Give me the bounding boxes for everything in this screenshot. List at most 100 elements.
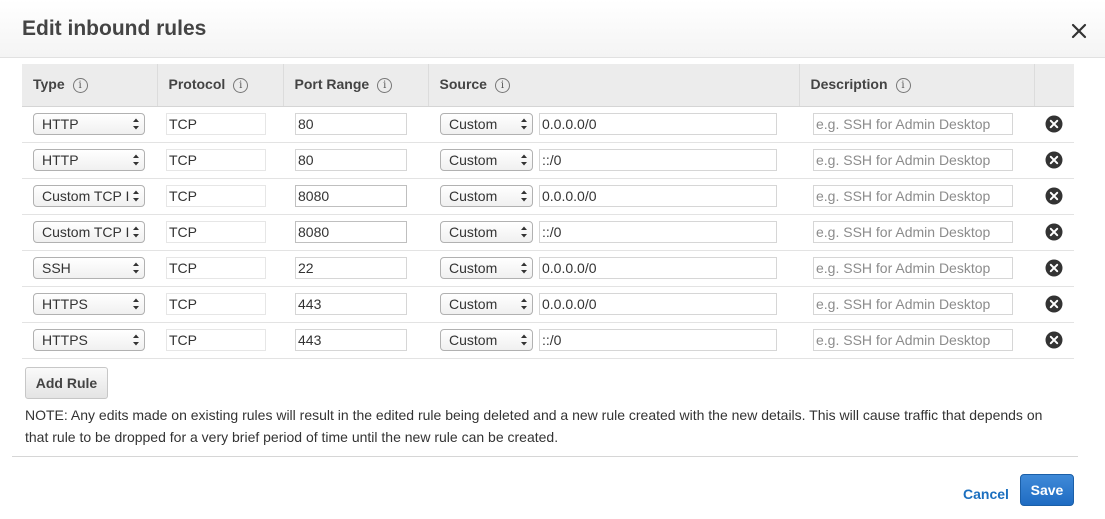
type-cell: HTTPS	[22, 322, 157, 359]
remove-rule-icon[interactable]	[1045, 115, 1063, 133]
source-cell: Custom ::/0	[428, 214, 799, 251]
add-rule-button[interactable]: Add Rule	[25, 367, 108, 399]
source-cidr-input[interactable]: ::/0	[539, 329, 777, 351]
source-cidr-input[interactable]: 0.0.0.0/0	[539, 185, 777, 207]
port-range-input[interactable]: 22	[295, 257, 407, 279]
source-select-value: Custom	[449, 116, 498, 132]
port-range-input[interactable]: 8080	[295, 185, 407, 207]
type-select[interactable]: Custom TCP I	[33, 185, 145, 207]
save-button[interactable]: Save	[1020, 474, 1074, 506]
select-arrows-icon	[521, 118, 527, 130]
info-icon[interactable]: i	[494, 78, 510, 94]
table-row: HTTPS TCP 443 Custom ::/0 e.g. SSH for A…	[22, 322, 1074, 359]
remove-rule-icon[interactable]	[1045, 331, 1063, 349]
port-cell: 80	[283, 106, 428, 143]
type-select[interactable]: SSH	[33, 257, 145, 279]
remove-cell	[1034, 286, 1074, 323]
description-input[interactable]: e.g. SSH for Admin Desktop	[813, 149, 1013, 171]
remove-rule-icon[interactable]	[1045, 187, 1063, 205]
source-cidr-input[interactable]: 0.0.0.0/0	[539, 257, 777, 279]
type-select[interactable]: HTTPS	[33, 293, 145, 315]
port-cell: 80	[283, 142, 428, 179]
type-select[interactable]: HTTPS	[33, 329, 145, 351]
protocol-field: TCP	[166, 185, 266, 207]
source-cidr-input[interactable]: ::/0	[539, 149, 777, 171]
table-row: HTTPS TCP 443 Custom 0.0.0.0/0 e.g. SSH …	[22, 286, 1074, 323]
source-cell: Custom 0.0.0.0/0	[428, 250, 799, 287]
source-select[interactable]: Custom	[440, 329, 533, 351]
info-icon[interactable]: i	[233, 78, 249, 94]
description-input[interactable]: e.g. SSH for Admin Desktop	[813, 329, 1013, 351]
cancel-button[interactable]: Cancel	[963, 486, 1009, 502]
source-select[interactable]: Custom	[440, 257, 533, 279]
source-cell: Custom 0.0.0.0/0	[428, 286, 799, 323]
type-select-value: Custom TCP I	[42, 224, 130, 240]
source-select[interactable]: Custom	[440, 293, 533, 315]
info-icon[interactable]: i	[72, 78, 88, 94]
remove-rule-icon[interactable]	[1045, 295, 1063, 313]
protocol-cell: TCP	[157, 250, 283, 287]
remove-cell	[1034, 250, 1074, 287]
table-header-row: Type i Protocol i Port Range i Source i Desc…	[22, 64, 1074, 107]
select-arrows-icon	[133, 190, 139, 202]
type-select[interactable]: HTTP	[33, 113, 145, 135]
divider	[12, 456, 1078, 457]
table-row: Custom TCP I TCP 8080 Custom ::/0 e.g. S…	[22, 214, 1074, 251]
port-range-input[interactable]: 80	[295, 113, 407, 135]
protocol-field: TCP	[166, 221, 266, 243]
description-cell: e.g. SSH for Admin Desktop	[799, 178, 1034, 215]
type-select[interactable]: HTTP	[33, 149, 145, 171]
source-select[interactable]: Custom	[440, 149, 533, 171]
header-source-label: Source	[439, 76, 487, 93]
port-range-input[interactable]: 443	[295, 293, 407, 315]
type-select[interactable]: Custom TCP I	[33, 221, 145, 243]
port-cell: 8080	[283, 214, 428, 251]
type-select-value: HTTPS	[42, 296, 88, 312]
select-arrows-icon	[133, 334, 139, 346]
source-cidr-input[interactable]: 0.0.0.0/0	[539, 113, 777, 135]
select-arrows-icon	[133, 154, 139, 166]
description-input[interactable]: e.g. SSH for Admin Desktop	[813, 185, 1013, 207]
header-description-label: Description	[810, 76, 888, 93]
description-input[interactable]: e.g. SSH for Admin Desktop	[813, 113, 1013, 135]
header-source: Source i	[427, 64, 799, 107]
source-select[interactable]: Custom	[440, 113, 533, 135]
remove-cell	[1034, 142, 1074, 179]
note-text: NOTE: Any edits made on existing rules w…	[25, 407, 1043, 445]
description-cell: e.g. SSH for Admin Desktop	[799, 142, 1034, 179]
source-cell: Custom ::/0	[428, 322, 799, 359]
description-input[interactable]: e.g. SSH for Admin Desktop	[813, 257, 1013, 279]
type-select-value: SSH	[42, 260, 71, 276]
source-select-value: Custom	[449, 260, 498, 276]
close-icon[interactable]	[1066, 18, 1092, 44]
source-select[interactable]: Custom	[440, 185, 533, 207]
source-select-value: Custom	[449, 152, 498, 168]
port-range-input[interactable]: 80	[295, 149, 407, 171]
port-range-input[interactable]: 443	[295, 329, 407, 351]
select-arrows-icon	[133, 262, 139, 274]
description-cell: e.g. SSH for Admin Desktop	[799, 286, 1034, 323]
info-icon[interactable]: i	[377, 78, 393, 94]
source-cidr-input[interactable]: ::/0	[539, 221, 777, 243]
source-select[interactable]: Custom	[440, 221, 533, 243]
description-cell: e.g. SSH for Admin Desktop	[799, 250, 1034, 287]
remove-rule-icon[interactable]	[1045, 223, 1063, 241]
port-range-input[interactable]: 8080	[295, 221, 407, 243]
remove-cell	[1034, 178, 1074, 215]
description-input[interactable]: e.g. SSH for Admin Desktop	[813, 293, 1013, 315]
header-type-label: Type	[33, 76, 65, 93]
description-input[interactable]: e.g. SSH for Admin Desktop	[813, 221, 1013, 243]
select-arrows-icon	[133, 226, 139, 238]
remove-rule-icon[interactable]	[1045, 151, 1063, 169]
dialog-header: Edit inbound rules	[0, 0, 1105, 58]
info-icon[interactable]: i	[895, 78, 911, 94]
port-cell: 8080	[283, 178, 428, 215]
remove-rule-icon[interactable]	[1045, 259, 1063, 277]
remove-cell	[1034, 322, 1074, 359]
protocol-field: TCP	[166, 329, 266, 351]
port-cell: 443	[283, 322, 428, 359]
protocol-cell: TCP	[157, 106, 283, 143]
source-cidr-input[interactable]: 0.0.0.0/0	[539, 293, 777, 315]
type-cell: Custom TCP I	[22, 178, 157, 215]
type-select-value: HTTP	[42, 152, 79, 168]
